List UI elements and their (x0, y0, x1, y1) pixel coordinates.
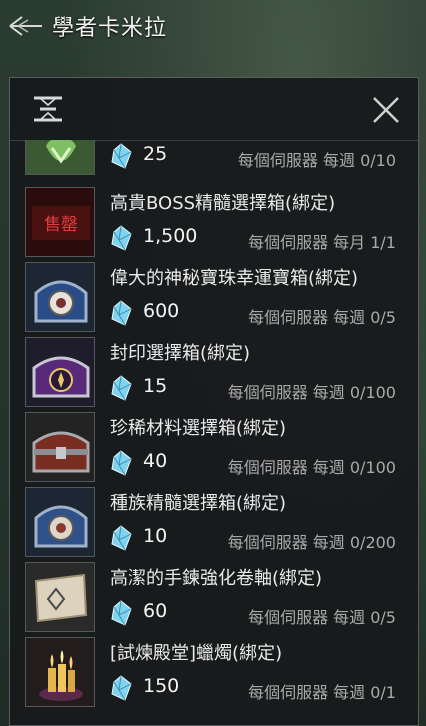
back-arrow-icon (9, 16, 42, 36)
sold-out-badge: 售罄 (44, 215, 78, 235)
back-button[interactable] (0, 3, 52, 49)
item-price: 40 (143, 450, 168, 472)
item-price: 25 (143, 143, 168, 165)
purchase-limit: 每個伺服器 每週 0/100 (227, 383, 396, 402)
item-price: 150 (143, 675, 180, 697)
item-name: 種族精髓選擇箱(綁定) (110, 493, 287, 514)
shop-item[interactable]: 偉大的神秘寶珠幸運寶箱(綁定) 600 每個伺服器 每週 0/5 (10, 260, 418, 334)
item-list[interactable]: 25 每個伺服器 每週 0/10 售罄 高貴BOSS精髓選擇箱(綁定) 1,50… (10, 140, 418, 725)
npc-name-title: 學者卡米拉 (52, 16, 168, 41)
item-name: 珍稀材料選擇箱(綁定) (110, 418, 287, 439)
top-bar: 學者卡米拉 (0, 0, 426, 52)
shop-item[interactable]: 25 每個伺服器 每週 0/10 (10, 140, 418, 177)
purchase-limit: 每個伺服器 每週 0/200 (227, 533, 396, 552)
item-name: 高貴BOSS精髓選擇箱(綁定) (110, 193, 336, 214)
purchase-limit: 每個伺服器 每週 0/5 (248, 308, 396, 327)
crystal-currency-icon (111, 375, 132, 401)
shop-item[interactable]: 售罄 高貴BOSS精髓選擇箱(綁定) 1,500 每個伺服器 每月 1/1 (10, 185, 418, 259)
crystal-currency-icon (111, 450, 132, 476)
menu-icon (34, 96, 62, 122)
shop-item[interactable]: [試煉殿堂]蠟燭(綁定) 150 每個伺服器 每週 0/1 (10, 635, 418, 709)
shop-item[interactable]: 封印選擇箱(綁定) 15 每個伺服器 每週 0/100 (10, 335, 418, 409)
shop-item[interactable]: 珍稀材料選擇箱(綁定) 40 每個伺服器 每週 0/100 (10, 410, 418, 484)
item-price: 10 (143, 525, 168, 547)
item-name: 偉大的神秘寶珠幸運寶箱(綁定) (110, 268, 359, 289)
purchase-limit: 每個伺服器 每週 0/100 (227, 458, 396, 477)
purchase-limit: 每個伺服器 每週 0/10 (237, 151, 396, 170)
item-price: 1,500 (143, 225, 198, 247)
close-icon (373, 97, 399, 123)
item-name: [試煉殿堂]蠟燭(綁定) (110, 643, 283, 664)
crystal-currency-icon (111, 225, 132, 251)
item-name: 高潔的手鍊強化卷軸(綁定) (110, 568, 323, 589)
red-chest-icon (25, 412, 95, 482)
purchase-limit: 每個伺服器 每週 0/5 (248, 608, 396, 627)
sold-out-icon: 售罄 (25, 187, 95, 257)
crystal-currency-icon (111, 525, 132, 551)
crystal-currency-icon (111, 143, 132, 169)
item-price: 60 (143, 600, 168, 622)
purple-chest-icon (25, 337, 95, 407)
shop-panel: 25 每個伺服器 每週 0/10 售罄 高貴BOSS精髓選擇箱(綁定) 1,50… (9, 77, 419, 726)
panel-header (10, 78, 418, 141)
item-price: 600 (143, 300, 180, 322)
purchase-limit: 每個伺服器 每週 0/1 (248, 683, 396, 702)
scroll-icon (25, 562, 95, 632)
shop-item[interactable]: 種族精髓選擇箱(綁定) 10 每個伺服器 每週 0/200 (10, 485, 418, 559)
item-price: 15 (143, 375, 168, 397)
menu-button[interactable] (32, 95, 64, 123)
blue-orb-chest-icon (25, 262, 95, 332)
item-name: 封印選擇箱(綁定) (110, 343, 251, 364)
crystal-currency-icon (111, 600, 132, 626)
close-button[interactable] (370, 94, 402, 126)
shop-item[interactable]: 高潔的手鍊強化卷軸(綁定) 60 每個伺服器 每週 0/5 (10, 560, 418, 634)
green-pouch-icon (25, 140, 95, 175)
candle-icon (25, 637, 95, 707)
crystal-currency-icon (111, 300, 132, 326)
crystal-currency-icon (111, 675, 132, 701)
blue-chest-icon (25, 487, 95, 557)
purchase-limit: 每個伺服器 每月 1/1 (248, 233, 396, 252)
